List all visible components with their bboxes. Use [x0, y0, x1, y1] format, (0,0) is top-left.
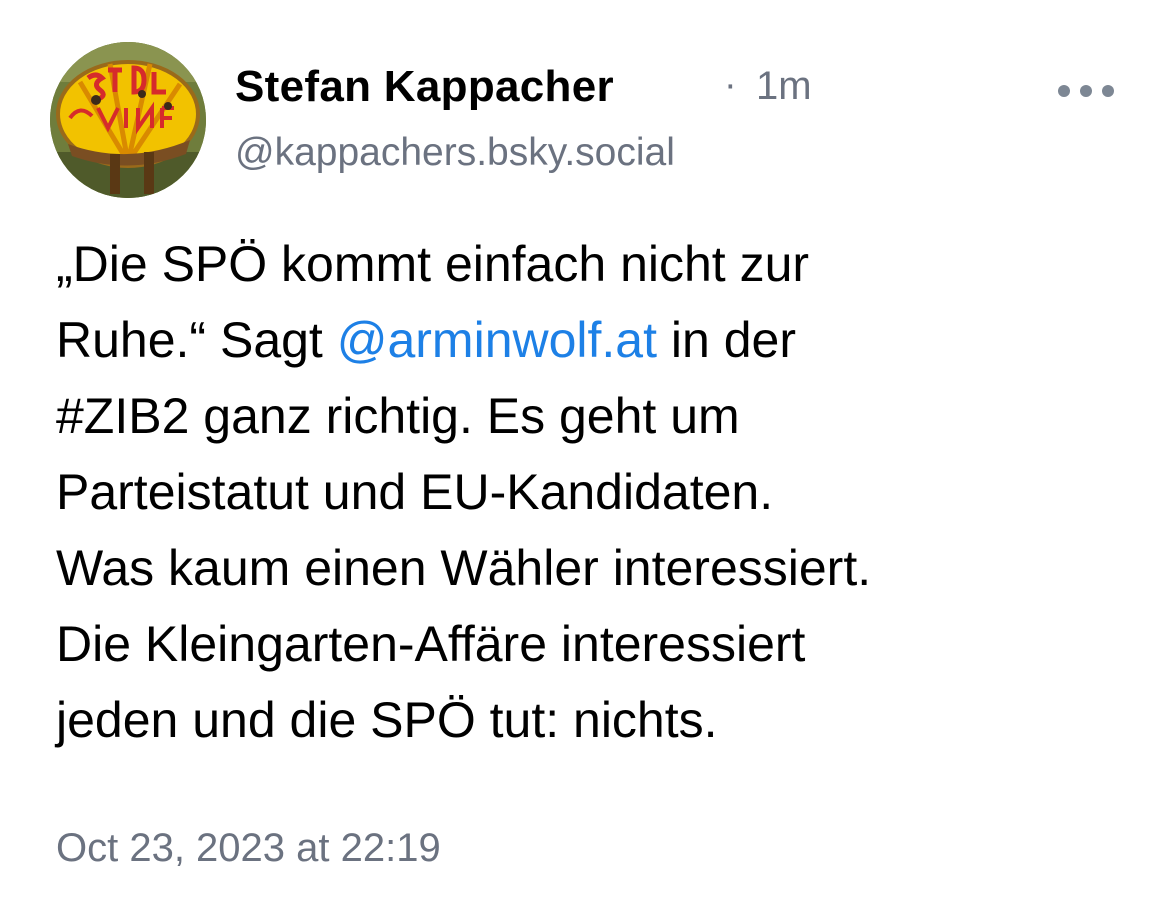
post-card: Stefan Kappacher · 1m @kappachers.bsky.s… [0, 0, 1170, 902]
post-text-line: #ZIB2 ganz richtig. Es geht um [56, 388, 740, 444]
ellipsis-icon-dot [1080, 85, 1092, 97]
ellipsis-icon-dot [1102, 85, 1114, 97]
post-text: „Die SPÖ kommt einfach nicht zur Ruhe.“ … [56, 226, 1136, 758]
avatar-image [50, 42, 206, 198]
post-text-line: Die Kleingarten-Affäre interessiert [56, 616, 806, 672]
ellipsis-icon-dot [1058, 85, 1070, 97]
post-text-line: Parteistatut und EU-Kandidaten. [56, 464, 774, 520]
more-options-button[interactable] [1054, 76, 1118, 106]
post-text-fragment: in der [657, 312, 796, 368]
mention-link[interactable]: @arminwolf.at [337, 312, 657, 368]
avatar[interactable] [50, 42, 206, 198]
post-timestamp: Oct 23, 2023 at 22:19 [56, 826, 441, 870]
post-text-line: Was kaum einen Wähler interessiert. [56, 540, 872, 596]
author-display-name[interactable]: Stefan Kappacher [235, 62, 614, 112]
meta-separator: · [724, 64, 737, 106]
post-text-line: „Die SPÖ kommt einfach nicht zur [56, 236, 810, 292]
post-text-fragment: Ruhe.“ Sagt [56, 312, 337, 368]
post-text-line: jeden und die SPÖ tut: nichts. [56, 692, 718, 748]
relative-time[interactable]: 1m [756, 64, 812, 109]
post-text-line: Ruhe.“ Sagt @arminwolf.at in der [56, 302, 1136, 378]
author-handle[interactable]: @kappachers.bsky.social [235, 131, 675, 175]
